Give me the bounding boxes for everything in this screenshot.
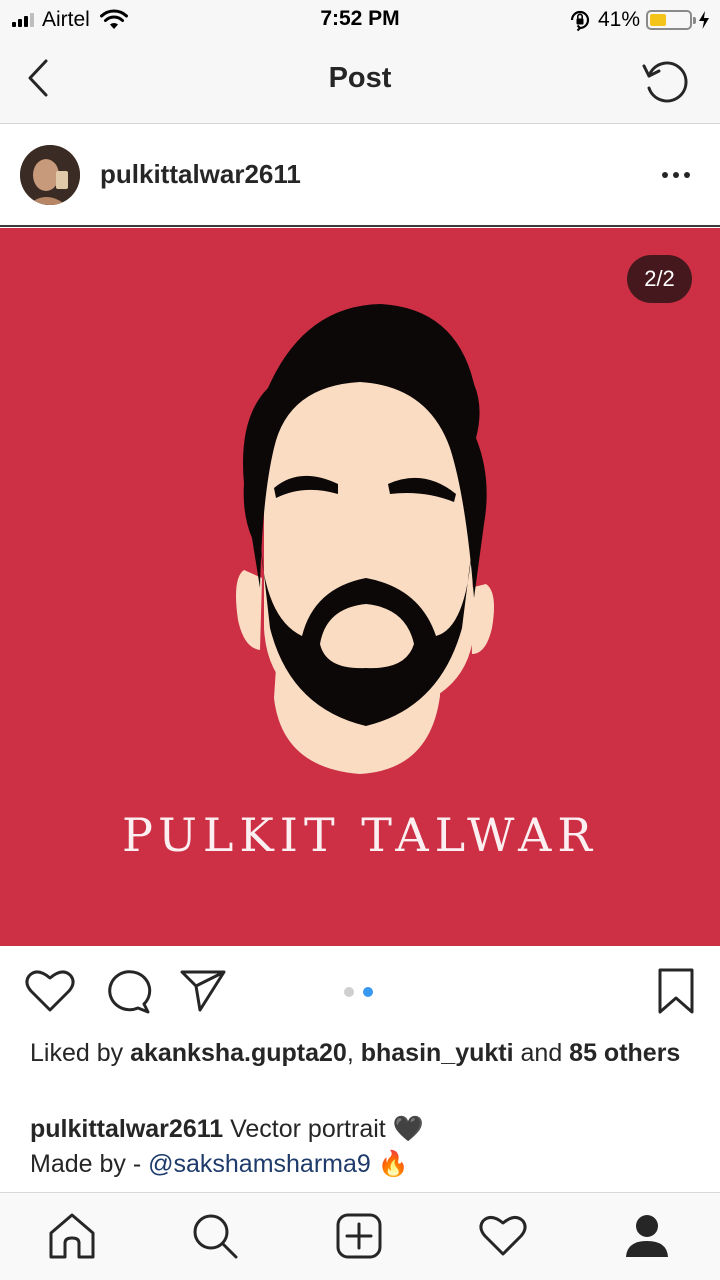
fire-emoji: 🔥 (377, 1150, 409, 1178)
carousel-dot (344, 987, 354, 997)
save-button[interactable] (652, 966, 704, 1016)
liker-username[interactable]: bhasin_yukti (361, 1039, 514, 1067)
tab-search[interactable] (190, 1211, 240, 1261)
comment-button[interactable] (102, 966, 154, 1016)
orientation-lock-icon (570, 10, 590, 32)
search-icon (193, 1214, 238, 1259)
post-header: pulkittalwar2611 (0, 125, 720, 227)
bookmark-icon (658, 968, 694, 1014)
caption-username[interactable]: pulkittalwar2611 (30, 1115, 223, 1143)
activity-heart-icon (479, 1216, 527, 1256)
post-caption: pulkittalwar2611 Vector portrait 🖤 Made … (30, 1112, 690, 1182)
caption-text: Vector portrait (223, 1115, 393, 1143)
refresh-icon (642, 61, 688, 103)
black-heart-emoji: 🖤 (392, 1115, 424, 1143)
portrait-name-text: PULKIT TALWAR (121, 808, 599, 862)
status-right: 41% (568, 6, 710, 34)
home-icon (49, 1213, 95, 1259)
more-horizontal-icon (662, 172, 668, 178)
post-actions (0, 946, 720, 1036)
avatar-photo (20, 145, 80, 205)
status-bar: Airtel 7:52 PM 41% (0, 0, 720, 40)
battery-icon (646, 10, 696, 30)
charging-icon (699, 11, 709, 29)
post-username[interactable]: pulkittalwar2611 (100, 159, 301, 190)
battery-percent: 41% (597, 8, 640, 31)
avatar[interactable] (20, 145, 80, 205)
battery-fill (650, 14, 666, 26)
tab-activity[interactable] (478, 1211, 528, 1261)
likes-conjunction: and (513, 1039, 570, 1067)
carousel-indicator (344, 987, 373, 997)
likes-prefix: Liked by (30, 1039, 131, 1067)
image-counter: 2/2 (627, 255, 692, 303)
likes-separator: , (346, 1039, 361, 1067)
vector-portrait-illustration (236, 304, 494, 774)
carousel-dot-active (363, 987, 373, 997)
tab-new-post[interactable] (334, 1211, 384, 1261)
refresh-button[interactable] (640, 56, 692, 108)
comment-icon (108, 970, 152, 1014)
post-image[interactable]: 2/2 PULKIT TALWAR (0, 228, 720, 946)
caption-made-by: Made by - (30, 1150, 149, 1178)
like-button[interactable] (24, 966, 76, 1016)
liker-username[interactable]: akanksha.gupta20 (130, 1039, 347, 1067)
share-button[interactable] (178, 966, 230, 1016)
profile-icon (626, 1215, 668, 1257)
likes-others-count[interactable]: 85 others (569, 1039, 680, 1067)
share-icon (180, 970, 226, 1012)
nav-header: Post (0, 40, 720, 124)
caption-line-2: Made by - @sakshamsharma9 🔥 (30, 1147, 690, 1182)
caption-mention[interactable]: @sakshamsharma9 (148, 1150, 371, 1178)
likes-text[interactable]: Liked by akanksha.gupta20, bhasin_yukti … (30, 1038, 690, 1069)
more-options-button[interactable] (662, 165, 694, 185)
tab-profile[interactable] (622, 1211, 672, 1261)
heart-icon (25, 970, 75, 1012)
caption-line-1: pulkittalwar2611 Vector portrait 🖤 (30, 1112, 690, 1147)
bottom-tab-bar (0, 1192, 720, 1280)
tab-home[interactable] (47, 1211, 97, 1261)
page-title: Post (328, 62, 392, 94)
new-post-icon (336, 1213, 382, 1259)
